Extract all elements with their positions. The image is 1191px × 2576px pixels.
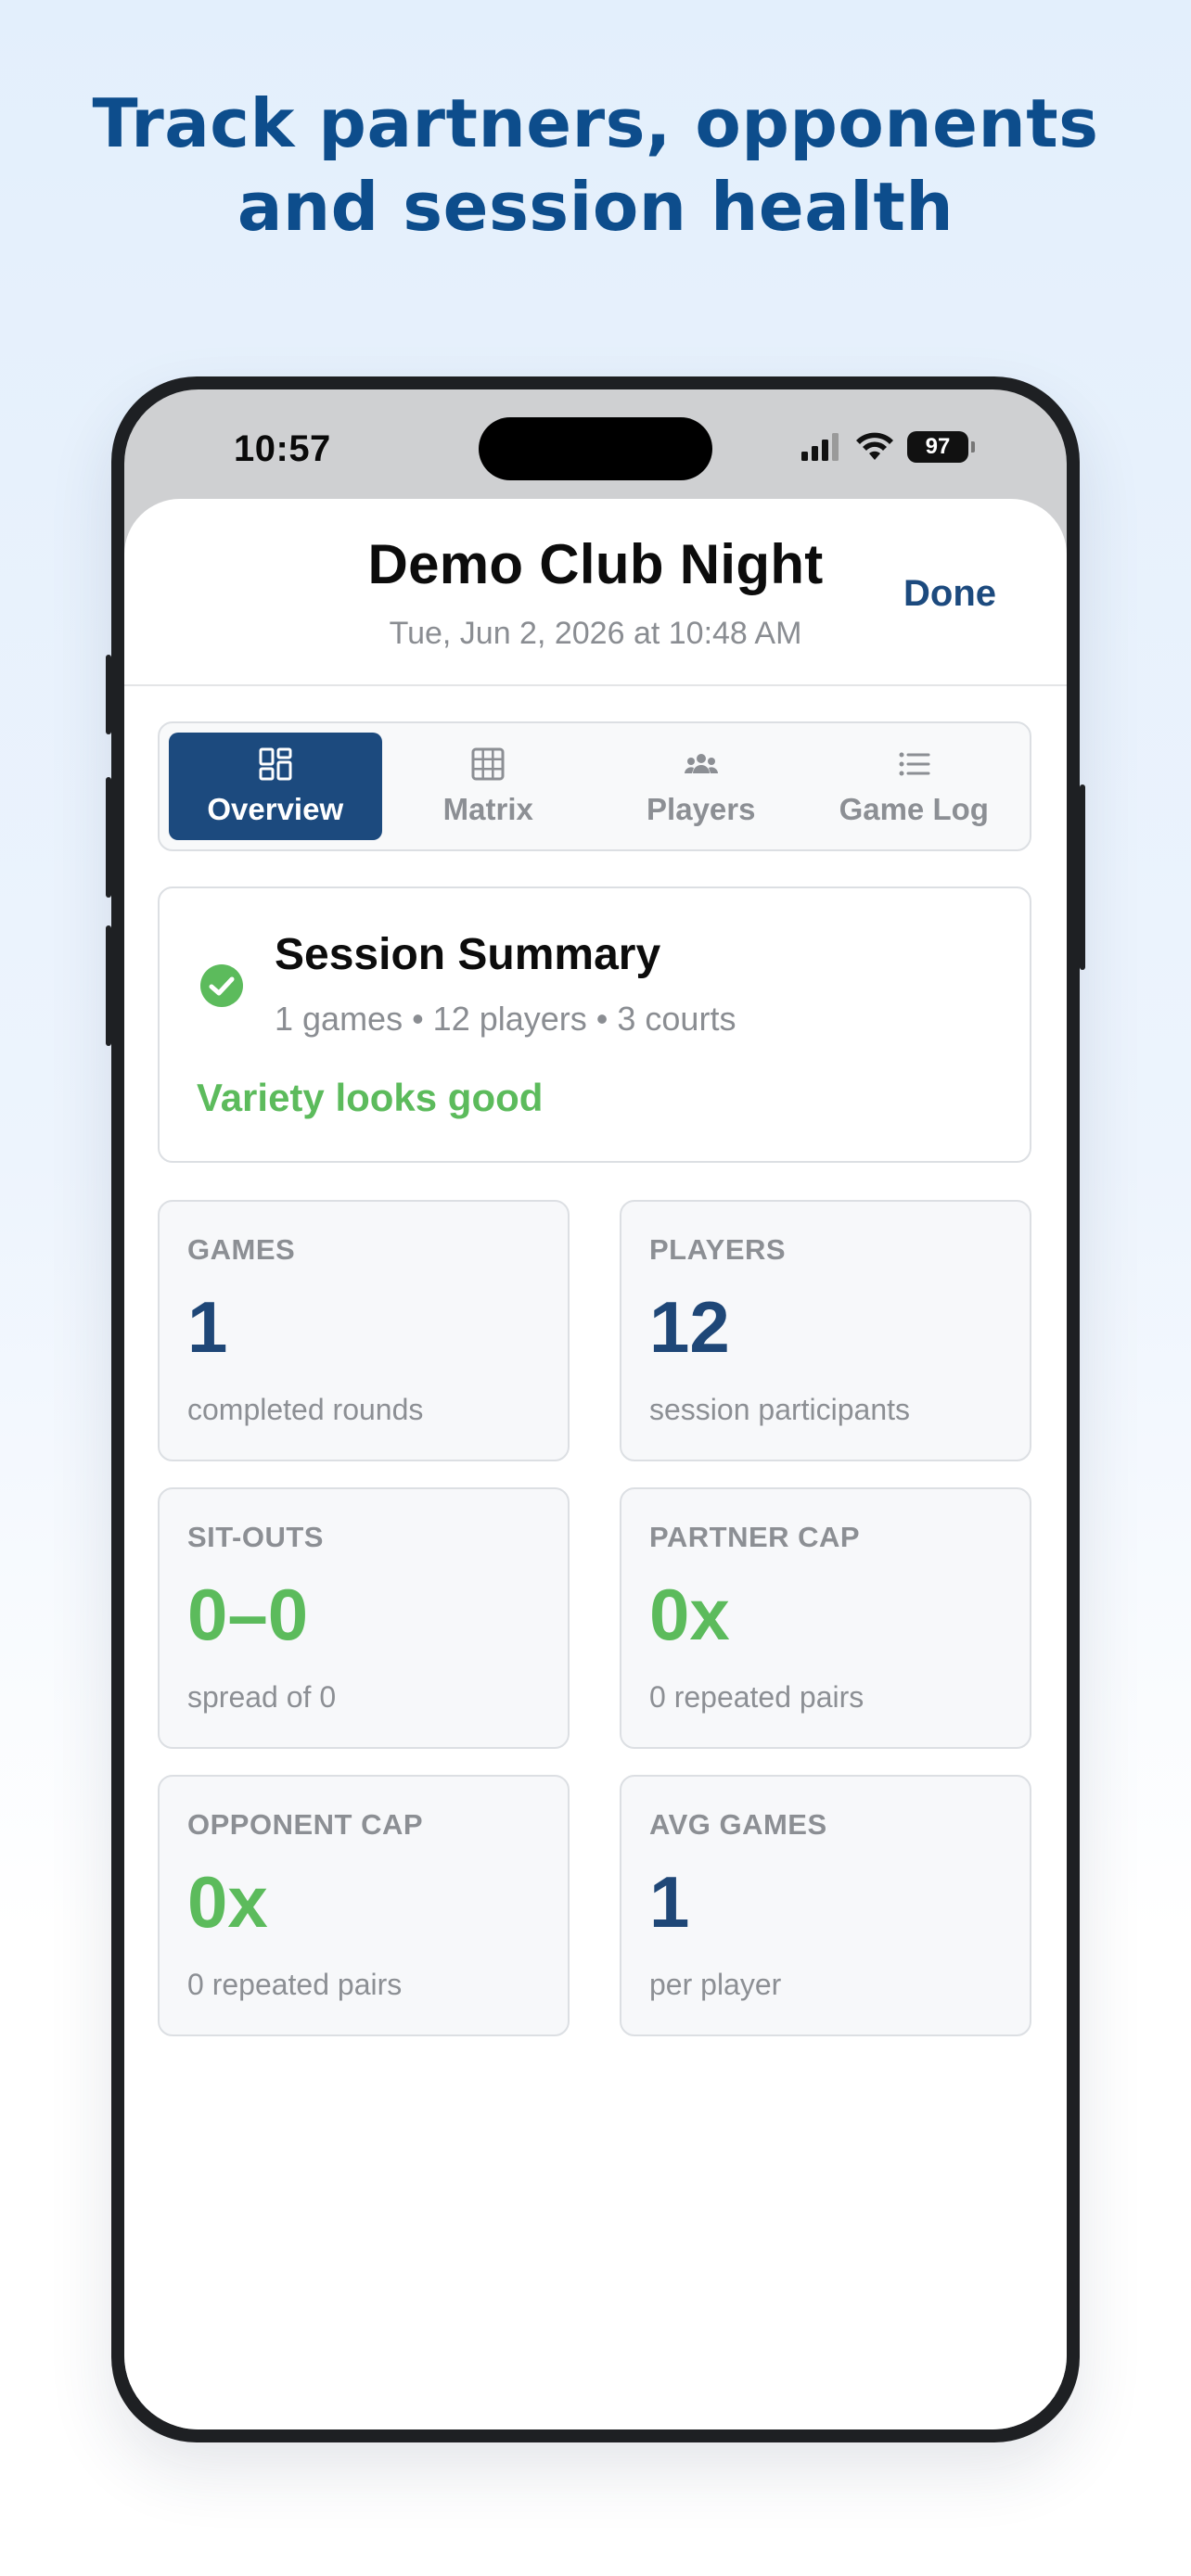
stat-label: PLAYERS <box>649 1233 787 1266</box>
stat-note: 0 repeated pairs <box>187 1968 403 2001</box>
stat-label: PARTNER CAP <box>649 1521 861 1553</box>
stat-note: per player <box>649 1968 782 2001</box>
people-icon <box>684 754 718 773</box>
stat-value: 0x <box>649 1574 730 1655</box>
signal-bars-icon <box>801 433 839 461</box>
status-time: 10:57 <box>234 428 331 469</box>
side-button-volume-down <box>106 925 111 1046</box>
headline-line-2: and session health <box>237 168 954 246</box>
stat-card-opponent-cap: OPPONENT CAP 0x 0 repeated pairs <box>158 1775 570 2036</box>
tab-overview[interactable]: Overview <box>169 733 382 840</box>
stat-card-partner-cap: PARTNER CAP 0x 0 repeated pairs <box>620 1487 1031 1749</box>
stat-value: 1 <box>649 1861 690 1943</box>
battery-indicator: 97 <box>907 431 975 463</box>
list-icon <box>899 752 930 776</box>
stat-value: 1 <box>187 1286 228 1368</box>
sheet-subtitle: Tue, Jun 2, 2026 at 10:48 AM <box>389 616 802 651</box>
marketing-headline: Track partners, opponents and session he… <box>0 82 1191 249</box>
tab-players[interactable]: Players <box>595 733 808 840</box>
stat-label: GAMES <box>187 1233 296 1266</box>
summary-status: Variety looks good <box>197 1076 544 1119</box>
table-grid-icon <box>471 747 505 781</box>
stat-value: 12 <box>649 1286 730 1368</box>
tab-players-label: Players <box>647 792 756 826</box>
check-circle-icon <box>200 964 243 1007</box>
tab-game-log[interactable]: Game Log <box>808 733 1021 840</box>
stat-value: 0x <box>187 1861 268 1943</box>
tab-matrix-label: Matrix <box>442 792 533 826</box>
stat-note: session participants <box>649 1393 911 1426</box>
headline-line-1: Track partners, opponents <box>92 84 1099 162</box>
done-button[interactable]: Done <box>903 573 996 615</box>
phone-screen: 10:57 97 Demo Club Night Tue, Jun 2, 202… <box>124 389 1067 2429</box>
stat-label: AVG GAMES <box>649 1808 827 1841</box>
side-button-mute <box>106 655 111 734</box>
tab-game-log-label: Game Log <box>839 792 989 826</box>
stat-card-sit-outs: SIT-OUTS 0–0 spread of 0 <box>158 1487 570 1749</box>
stat-card-players: PLAYERS 12 session participants <box>620 1200 1031 1461</box>
header-divider <box>124 684 1067 686</box>
summary-meta: 1 games • 12 players • 3 courts <box>275 1000 736 1038</box>
side-button-power <box>1080 784 1085 970</box>
tab-matrix[interactable]: Matrix <box>382 733 596 840</box>
stat-note: completed rounds <box>187 1393 424 1426</box>
stat-note: 0 repeated pairs <box>649 1680 864 1714</box>
wifi-icon <box>856 432 893 460</box>
stat-value: 0–0 <box>187 1574 309 1655</box>
status-icons: 97 <box>801 430 975 464</box>
tab-overview-label: Overview <box>207 792 344 826</box>
dynamic-island <box>479 417 712 480</box>
stat-label: SIT-OUTS <box>187 1521 324 1553</box>
phone-frame: 10:57 97 Demo Club Night Tue, Jun 2, 202… <box>106 376 1085 2442</box>
stat-label: OPPONENT CAP <box>187 1808 424 1841</box>
stat-card-avg-games: AVG GAMES 1 per player <box>620 1775 1031 2036</box>
segmented-tabs: Overview Matrix Players Game Log <box>158 721 1031 851</box>
side-button-volume-up <box>106 777 111 898</box>
summary-title: Session Summary <box>275 930 661 979</box>
stat-card-games: GAMES 1 completed rounds <box>158 1200 570 1461</box>
stat-note: spread of 0 <box>187 1680 337 1714</box>
session-sheet: Demo Club Night Tue, Jun 2, 2026 at 10:4… <box>124 499 1067 2429</box>
status-bar: 10:57 97 <box>124 389 1067 501</box>
grid-dashboard-icon <box>259 747 292 781</box>
session-summary-card: Session Summary 1 games • 12 players • 3… <box>158 886 1031 1163</box>
